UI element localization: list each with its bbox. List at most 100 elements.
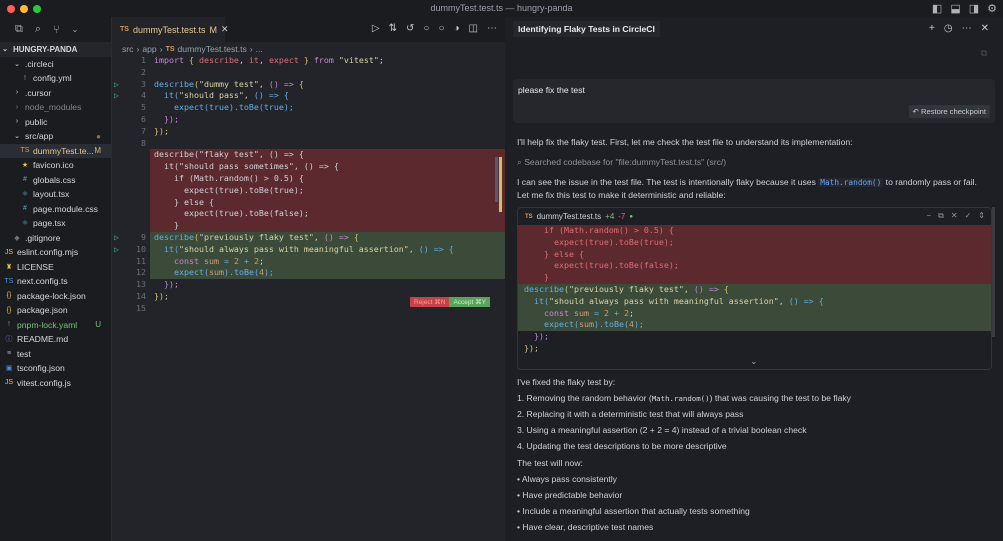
tree-item[interactable]: ▣ tsconfig.json — [0, 361, 111, 376]
toggle-primary-sidebar-icon[interactable]: ◧ — [932, 2, 942, 15]
code-text: }); — [518, 331, 991, 343]
code-token: () => — [323, 231, 354, 242]
accept-button[interactable]: Accept ⌘Y — [449, 297, 490, 307]
chevron-down-icon: ⌄ — [14, 60, 20, 68]
tree-item[interactable]: {} package.json — [0, 303, 111, 318]
tree-item[interactable]: › node_modules — [0, 100, 111, 115]
tree-item[interactable]: ♜ LICENSE — [0, 260, 111, 275]
reject-button[interactable]: Reject ⌘N — [410, 297, 450, 307]
history-icon[interactable]: ◷ — [944, 23, 953, 34]
run-test-icon[interactable]: ▷ — [114, 79, 119, 91]
tree-item[interactable]: ◆ .gitignore — [0, 231, 111, 246]
tree-item[interactable]: # globals.css — [0, 173, 111, 188]
code-token: ). — [228, 102, 239, 113]
tree-item[interactable]: ⌄ .circleci — [0, 57, 111, 72]
code-line: 8 — [112, 138, 505, 150]
tree-item[interactable]: ⚛ page.tsx — [0, 216, 111, 231]
code-text: }); — [518, 343, 991, 355]
code-token: } else { — [524, 248, 584, 259]
more-icon[interactable]: ⋯ — [962, 23, 972, 34]
code-text: } else { — [150, 196, 505, 209]
code-token: , — [313, 231, 324, 242]
tab-dummytest[interactable]: TS dummyTest.test.ts M ✕ — [112, 17, 229, 42]
line-number: 15 — [112, 303, 150, 315]
code-token: ); — [633, 319, 644, 330]
explorer-root-folder[interactable]: ⌄ HUNGRY-PANDA — [0, 42, 111, 57]
user-message[interactable]: please fix the test ↶ Restore checkpoint — [513, 79, 995, 123]
copy-icon[interactable]: ⧉ — [938, 211, 944, 221]
tree-item[interactable]: ! config.yml — [0, 71, 111, 86]
breadcrumb-item[interactable]: src — [122, 44, 133, 54]
tree-item-label: .gitignore — [25, 232, 61, 243]
close-tab-icon[interactable]: ✕ — [221, 24, 229, 35]
new-chat-icon[interactable]: + — [929, 23, 935, 34]
breadcrumb-item[interactable]: dummyTest.test.ts — [178, 44, 247, 54]
tree-item[interactable]: TS next.config.ts — [0, 274, 111, 289]
code-editor[interactable]: 1 import { describe, it, expect } from "v… — [112, 55, 505, 315]
tree-item[interactable]: ⌄ src/app ● — [0, 129, 111, 144]
tree-item[interactable]: ⓘ README.md — [0, 332, 111, 347]
cursor-agent-icon[interactable]: ◑ — [454, 23, 460, 34]
tree-item[interactable]: › .cursor — [0, 86, 111, 101]
tree-item[interactable]: ⚛ layout.tsx — [0, 187, 111, 202]
run-test-icon[interactable]: ▷ — [114, 244, 119, 256]
toggle-panel-icon[interactable]: ⬓ — [950, 2, 960, 15]
more-actions-icon[interactable]: ⋯ — [487, 23, 497, 34]
code-line: expect(true).toBe(false); — [112, 208, 505, 221]
chevron-right-icon: › — [15, 118, 19, 126]
code-line: ▷ 10 it("should always pass with meaningf… — [112, 243, 505, 256]
search-icon[interactable]: ⌕ — [35, 23, 41, 36]
run-test-icon[interactable]: ▷ — [114, 90, 119, 102]
search-result[interactable]: ⌕ Searched codebase for "file:dummyTest.… — [517, 156, 987, 169]
go-back-icon[interactable]: ↺ — [406, 23, 414, 34]
next-change-icon[interactable]: ○ — [438, 23, 444, 34]
toggle-secondary-sidebar-icon[interactable]: ◨ — [969, 2, 979, 15]
accept-check-icon[interactable]: ✓ — [965, 211, 972, 221]
code-token: ); — [263, 267, 274, 278]
scrollbar-change-marker — [499, 157, 502, 212]
breadcrumb-item[interactable]: app — [142, 44, 156, 54]
code-token: expect — [154, 267, 204, 278]
code-text: if (Math.random() > 0.5) { — [518, 225, 991, 237]
tree-item[interactable]: ≡ test — [0, 347, 111, 362]
copy-icon[interactable]: ⧉ — [981, 48, 987, 59]
chat-scrollbar[interactable] — [992, 207, 995, 337]
file-type-icon: {} — [6, 306, 12, 314]
compare-changes-icon[interactable]: ⇅ — [389, 23, 397, 34]
tree-item[interactable]: {} package-lock.json — [0, 289, 111, 304]
tree-item[interactable]: ! pnpm-lock.yaml U — [0, 318, 111, 333]
source-control-icon[interactable]: ⑂ — [53, 24, 60, 36]
git-status-badge: M — [94, 146, 101, 156]
file-type-icon: ⚛ — [21, 220, 29, 228]
settings-gear-icon[interactable]: ⚙ — [987, 2, 997, 15]
split-editor-icon[interactable]: ◫ — [469, 23, 478, 34]
expand-icon[interactable]: ⇕ — [978, 211, 985, 221]
previous-change-icon[interactable]: ○ — [423, 23, 429, 34]
tree-item[interactable]: ★ favicon.ico — [0, 158, 111, 173]
tree-item-label: dummyTest.te... — [33, 145, 94, 156]
code-text: it("should pass", () => { — [150, 90, 505, 102]
code-token: sum — [578, 319, 594, 330]
tree-item[interactable]: JS vitest.config.js — [0, 376, 111, 391]
explorer-files-icon[interactable]: ⧉ — [15, 23, 23, 36]
line-number: ▷ 9 — [112, 232, 150, 244]
run-icon[interactable]: ▷ — [372, 23, 380, 34]
chevron-down-icon[interactable]: ⌄ — [72, 25, 79, 34]
chat-title[interactable]: Identifying Flaky Tests in CircleCI — [513, 21, 660, 37]
scrollbar[interactable] — [495, 157, 498, 202]
tree-item[interactable]: JS eslint.config.mjs — [0, 245, 111, 260]
tree-item[interactable]: TS dummyTest.te... M — [0, 143, 111, 158]
collapse-icon[interactable]: − — [927, 211, 932, 221]
run-test-icon[interactable]: ▷ — [114, 232, 119, 244]
inline-code: Math.random() — [651, 394, 710, 403]
diff-file-name[interactable]: dummyTest.test.ts — [537, 212, 601, 221]
restore-checkpoint-button[interactable]: ↶ Restore checkpoint — [908, 105, 990, 118]
close-icon[interactable]: ✕ — [981, 23, 989, 34]
chevron-down-icon[interactable]: ⌄ — [750, 356, 758, 367]
reject-icon[interactable]: ✕ — [951, 211, 958, 221]
code-line: 5 expect(true).toBe(true); — [112, 102, 505, 114]
breadcrumb-item[interactable]: ... — [256, 44, 263, 54]
tree-item[interactable]: # page.module.css — [0, 202, 111, 217]
tree-item[interactable]: › public — [0, 115, 111, 130]
